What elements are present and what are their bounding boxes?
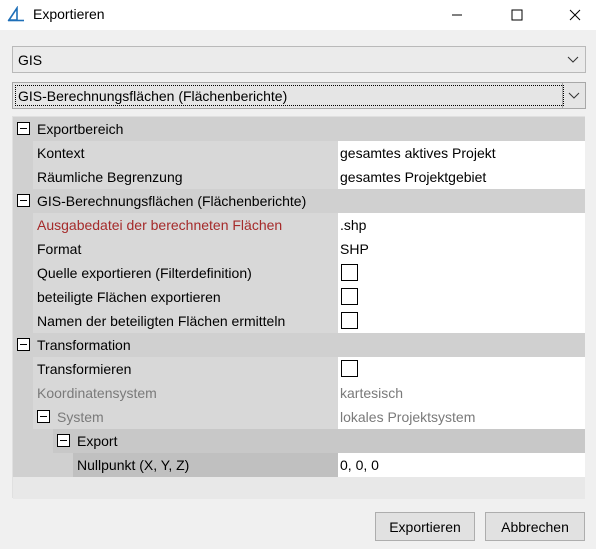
category-gis[interactable]: GIS-Berechnungsflächen (Flächenberichte) — [13, 189, 585, 213]
category-dropdown-value: GIS — [18, 52, 43, 68]
property-row-format[interactable]: Format SHP — [13, 237, 585, 261]
subcategory-system[interactable]: System lokales Projektsystem — [13, 405, 585, 429]
subcategory-export[interactable]: Export — [13, 429, 585, 453]
chevron-down-icon — [567, 56, 579, 63]
export-button[interactable]: Exportieren — [375, 512, 475, 541]
property-label: beteiligte Flächen exportieren — [37, 289, 221, 305]
chevron-down-icon — [568, 92, 580, 99]
minimize-button[interactable] — [434, 0, 480, 30]
property-value-begrenzung[interactable]: gesamtes Projektgebiet — [338, 165, 585, 189]
property-row-beteiligt[interactable]: beteiligte Flächen exportieren — [13, 285, 585, 309]
category-label: Exportbereich — [37, 121, 124, 137]
property-row-nullpunkt[interactable]: Nullpunkt (X, Y, Z) 0, 0, 0 — [13, 453, 585, 477]
title-bar: Exportieren — [0, 0, 596, 30]
row-margin — [13, 165, 33, 189]
property-value-text: gesamtes aktives Projekt — [340, 145, 496, 161]
property-row-ausgabe[interactable]: Ausgabedatei der berechneten Flächen .sh… — [13, 213, 585, 237]
transformieren-checkbox[interactable] — [341, 360, 358, 377]
property-row-transformieren[interactable]: Transformieren — [13, 357, 585, 381]
subcategory-label: System — [57, 409, 104, 425]
property-row-koordinatensystem: Koordinatensystem kartesisch — [13, 381, 585, 405]
property-value-ausgabe[interactable]: .shp — [338, 213, 585, 237]
description-area — [13, 477, 585, 499]
collapse-icon[interactable] — [57, 434, 70, 447]
beteiligt-checkbox[interactable] — [341, 288, 358, 305]
row-margin — [13, 357, 33, 381]
property-value-text: 0, 0, 0 — [340, 457, 379, 473]
subcategory-header-cell — [53, 429, 585, 453]
row-margin — [13, 261, 33, 285]
property-label: Räumliche Begrenzung — [37, 169, 183, 185]
collapse-icon[interactable] — [37, 410, 50, 423]
subcategory-label: Export — [77, 433, 118, 449]
category-dropdown[interactable]: GIS — [12, 46, 586, 73]
row-margin — [13, 429, 53, 453]
row-margin — [13, 309, 33, 333]
quelle-checkbox[interactable] — [341, 264, 358, 281]
collapse-icon[interactable] — [17, 122, 30, 135]
row-margin — [13, 141, 33, 165]
property-label-disabled: Koordinatensystem — [37, 385, 157, 401]
row-margin — [13, 285, 33, 309]
property-value-quelle — [338, 261, 585, 285]
property-value-text: lokales Projektsystem — [340, 409, 476, 425]
property-value-transformieren — [338, 357, 585, 381]
property-label: Format — [37, 241, 82, 257]
category-label: Transformation — [37, 337, 131, 353]
property-value-kontext[interactable]: gesamtes aktives Projekt — [338, 141, 585, 165]
property-label-error: Ausgabedatei der berechneten Flächen — [37, 217, 283, 233]
maximize-button[interactable] — [494, 0, 540, 30]
property-row-namen[interactable]: Namen der beteiligten Flächen ermitteln — [13, 309, 585, 333]
property-value-format[interactable]: SHP — [338, 237, 585, 261]
property-label: Kontext — [37, 145, 85, 161]
property-value-text: kartesisch — [340, 385, 404, 401]
property-value-namen — [338, 309, 585, 333]
category-label: GIS-Berechnungsflächen (Flächenberichte) — [37, 193, 307, 209]
property-row-begrenzung[interactable]: Räumliche Begrenzung gesamtes Projektgeb… — [13, 165, 585, 189]
app-icon — [7, 6, 24, 22]
window-title: Exportieren — [33, 6, 105, 22]
property-value-text: SHP — [340, 241, 369, 257]
property-value-nullpunkt[interactable]: 0, 0, 0 — [338, 453, 585, 477]
property-value-text: .shp — [340, 217, 367, 233]
property-row-kontext[interactable]: Kontext gesamtes aktives Projekt — [13, 141, 585, 165]
property-value-text: gesamtes Projektgebiet — [340, 169, 487, 185]
cancel-button[interactable]: Abbrechen — [485, 512, 585, 541]
close-icon — [569, 9, 581, 21]
namen-checkbox[interactable] — [341, 312, 358, 329]
property-row-quelle[interactable]: Quelle exportieren (Filterdefinition) — [13, 261, 585, 285]
dropdown-arrow-button[interactable] — [562, 83, 585, 108]
minimize-icon — [452, 14, 462, 16]
property-value-system: lokales Projektsystem — [338, 405, 585, 429]
row-margin — [13, 453, 73, 477]
property-grid: Exportbereich Kontext gesamtes aktives P… — [12, 116, 585, 499]
property-label: Quelle exportieren (Filterdefinition) — [37, 265, 252, 281]
row-margin — [13, 237, 33, 261]
collapse-icon[interactable] — [17, 194, 30, 207]
row-margin — [13, 381, 33, 405]
category-exportbereich[interactable]: Exportbereich — [13, 117, 585, 141]
collapse-icon[interactable] — [17, 338, 30, 351]
property-label: Nullpunkt (X, Y, Z) — [77, 457, 190, 473]
subtype-dropdown[interactable]: GIS-Berechnungsflächen (Flächenberichte) — [12, 82, 586, 109]
row-margin — [13, 213, 33, 237]
maximize-icon — [511, 9, 523, 21]
property-label: Transformieren — [37, 361, 132, 377]
subtype-dropdown-value: GIS-Berechnungsflächen (Flächenberichte) — [18, 88, 288, 104]
property-label: Namen der beteiligten Flächen ermitteln — [37, 313, 286, 329]
row-margin — [13, 405, 33, 429]
category-transformation[interactable]: Transformation — [13, 333, 585, 357]
property-value-beteiligt — [338, 285, 585, 309]
property-value-koordinatensystem: kartesisch — [338, 381, 585, 405]
close-button[interactable] — [552, 0, 596, 30]
